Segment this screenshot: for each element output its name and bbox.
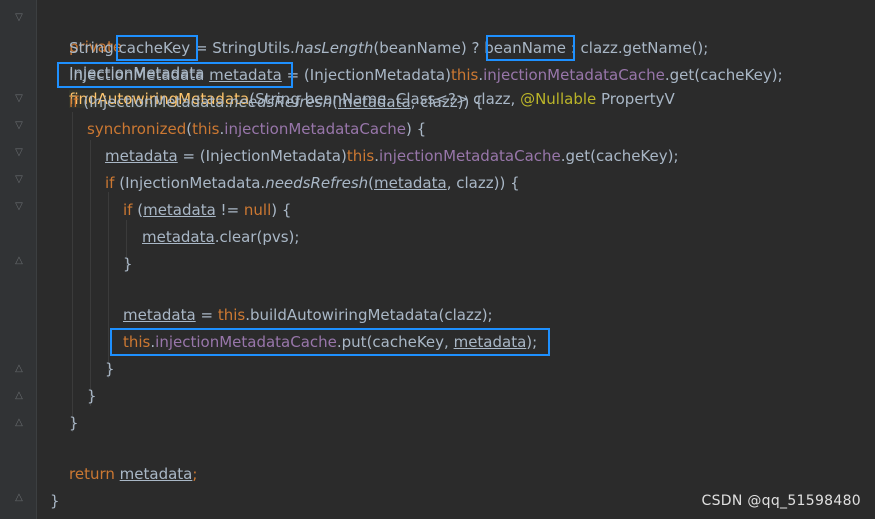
code-token: !=: [215, 201, 244, 219]
field-cache: injectionMetadataCache: [483, 66, 665, 84]
code-line-1[interactable]: private InjectionMetadata findAutowiring…: [50, 8, 675, 108]
code-token: (: [132, 201, 144, 219]
closing-brace: }: [69, 414, 79, 432]
code-token: : clazz.getName();: [565, 39, 709, 57]
highlight-box-beanname: [486, 35, 575, 61]
code-token: =: [195, 306, 218, 324]
closing-brace: }: [87, 387, 97, 405]
code-token: = StringUtils.: [190, 39, 295, 57]
fold-marker-icon[interactable]: ▽: [14, 120, 24, 132]
code-line-5[interactable]: synchronized(this.injectionMetadataCache…: [87, 116, 426, 142]
code-line-8[interactable]: if (metadata != null) {: [123, 197, 291, 223]
fold-marker-icon[interactable]: ▽: [14, 93, 24, 105]
code-token: = (InjectionMetadata): [281, 66, 451, 84]
fold-marker-icon[interactable]: ▽: [14, 174, 24, 186]
fold-end-icon[interactable]: △: [14, 363, 24, 375]
fold-end-icon[interactable]: △: [14, 390, 24, 402]
keyword-this: this: [217, 306, 246, 324]
keyword-return: return: [69, 465, 115, 483]
closing-brace: }: [123, 255, 133, 273]
fold-end-icon[interactable]: △: [14, 417, 24, 429]
code-token: .get(cacheKey);: [664, 66, 783, 84]
closing-brace: }: [105, 360, 115, 378]
keyword-null: null: [243, 201, 272, 219]
highlight-box-cache-put: [110, 328, 550, 356]
closing-brace: }: [50, 492, 60, 510]
var-metadata: metadata: [119, 465, 193, 483]
highlight-box-metadata-decl: [57, 62, 293, 88]
code-line-12[interactable]: metadata = this.buildAutowiringMetadata(…: [123, 302, 493, 328]
var-metadata: metadata: [374, 174, 447, 192]
highlight-box-cachekey: [116, 35, 198, 61]
code-line-16[interactable]: }: [69, 410, 79, 436]
fold-marker-icon[interactable]: ▽: [14, 201, 24, 213]
watermark: CSDN @qq_51598480: [701, 493, 861, 509]
method-haslength: hasLength: [294, 39, 374, 57]
code-token: String: [69, 39, 119, 57]
code-line-4[interactable]: if (InjectionMetadata.needsRefresh(metad…: [69, 89, 484, 115]
keyword-this: this: [346, 147, 375, 165]
code-line-14[interactable]: }: [105, 356, 115, 382]
field-cache: injectionMetadataCache: [379, 147, 561, 165]
keyword-this: this: [192, 120, 220, 138]
annotation-nullable: @Nullable: [520, 90, 597, 108]
var-metadata: metadata: [143, 201, 216, 219]
code-token: , clazz)) {: [410, 93, 484, 111]
var-metadata: metadata: [105, 147, 178, 165]
code-line-18[interactable]: return metadata;: [69, 461, 197, 487]
var-metadata: metadata: [123, 306, 196, 324]
code-editor[interactable]: ▽ ▽ ▽ ▽ ▽ ▽ △ △ △ △ △ private InjectionM…: [0, 0, 875, 519]
code-line-10[interactable]: }: [123, 251, 133, 277]
fold-marker-icon[interactable]: ▽: [14, 12, 24, 24]
code-token: (beanName) ?: [373, 39, 485, 57]
code-line-6[interactable]: metadata = (InjectionMetadata)this.injec…: [105, 143, 679, 169]
indent-guide: [108, 192, 109, 378]
code-line-9[interactable]: metadata.clear(pvs);: [142, 224, 299, 250]
keyword-synchronized: synchronized: [87, 120, 187, 138]
code-token: .buildAutowiringMetadata(clazz);: [245, 306, 493, 324]
semicolon: ;: [192, 465, 198, 483]
field-cache: injectionMetadataCache: [224, 120, 407, 138]
code-token: ) {: [406, 120, 427, 138]
method-needsrefresh: needsRefresh: [229, 93, 333, 111]
var-metadata: metadata: [142, 228, 215, 246]
code-token: .clear(pvs);: [214, 228, 300, 246]
code-token: (InjectionMetadata.: [78, 93, 230, 111]
keyword-this: this: [450, 66, 479, 84]
code-token: = (InjectionMetadata): [177, 147, 347, 165]
method-params-tail: PropertyV: [596, 90, 675, 108]
fold-marker-icon[interactable]: ▽: [14, 147, 24, 159]
indent-guide: [72, 112, 73, 432]
code-token: .get(cacheKey);: [560, 147, 679, 165]
code-line-15[interactable]: }: [87, 383, 97, 409]
var-metadata: metadata: [338, 93, 411, 111]
code-line-19[interactable]: }: [50, 488, 60, 514]
code-token: , clazz)) {: [446, 174, 520, 192]
editor-gutter: ▽ ▽ ▽ ▽ ▽ ▽ △ △ △ △ △: [0, 0, 37, 519]
fold-end-icon[interactable]: △: [14, 255, 24, 267]
fold-end-icon[interactable]: △: [14, 492, 24, 504]
indent-guide: [90, 140, 91, 406]
code-line-7[interactable]: if (InjectionMetadata.needsRefresh(metad…: [105, 170, 520, 196]
code-token: (InjectionMetadata.: [114, 174, 266, 192]
code-token: ) {: [271, 201, 292, 219]
method-needsrefresh: needsRefresh: [265, 174, 369, 192]
